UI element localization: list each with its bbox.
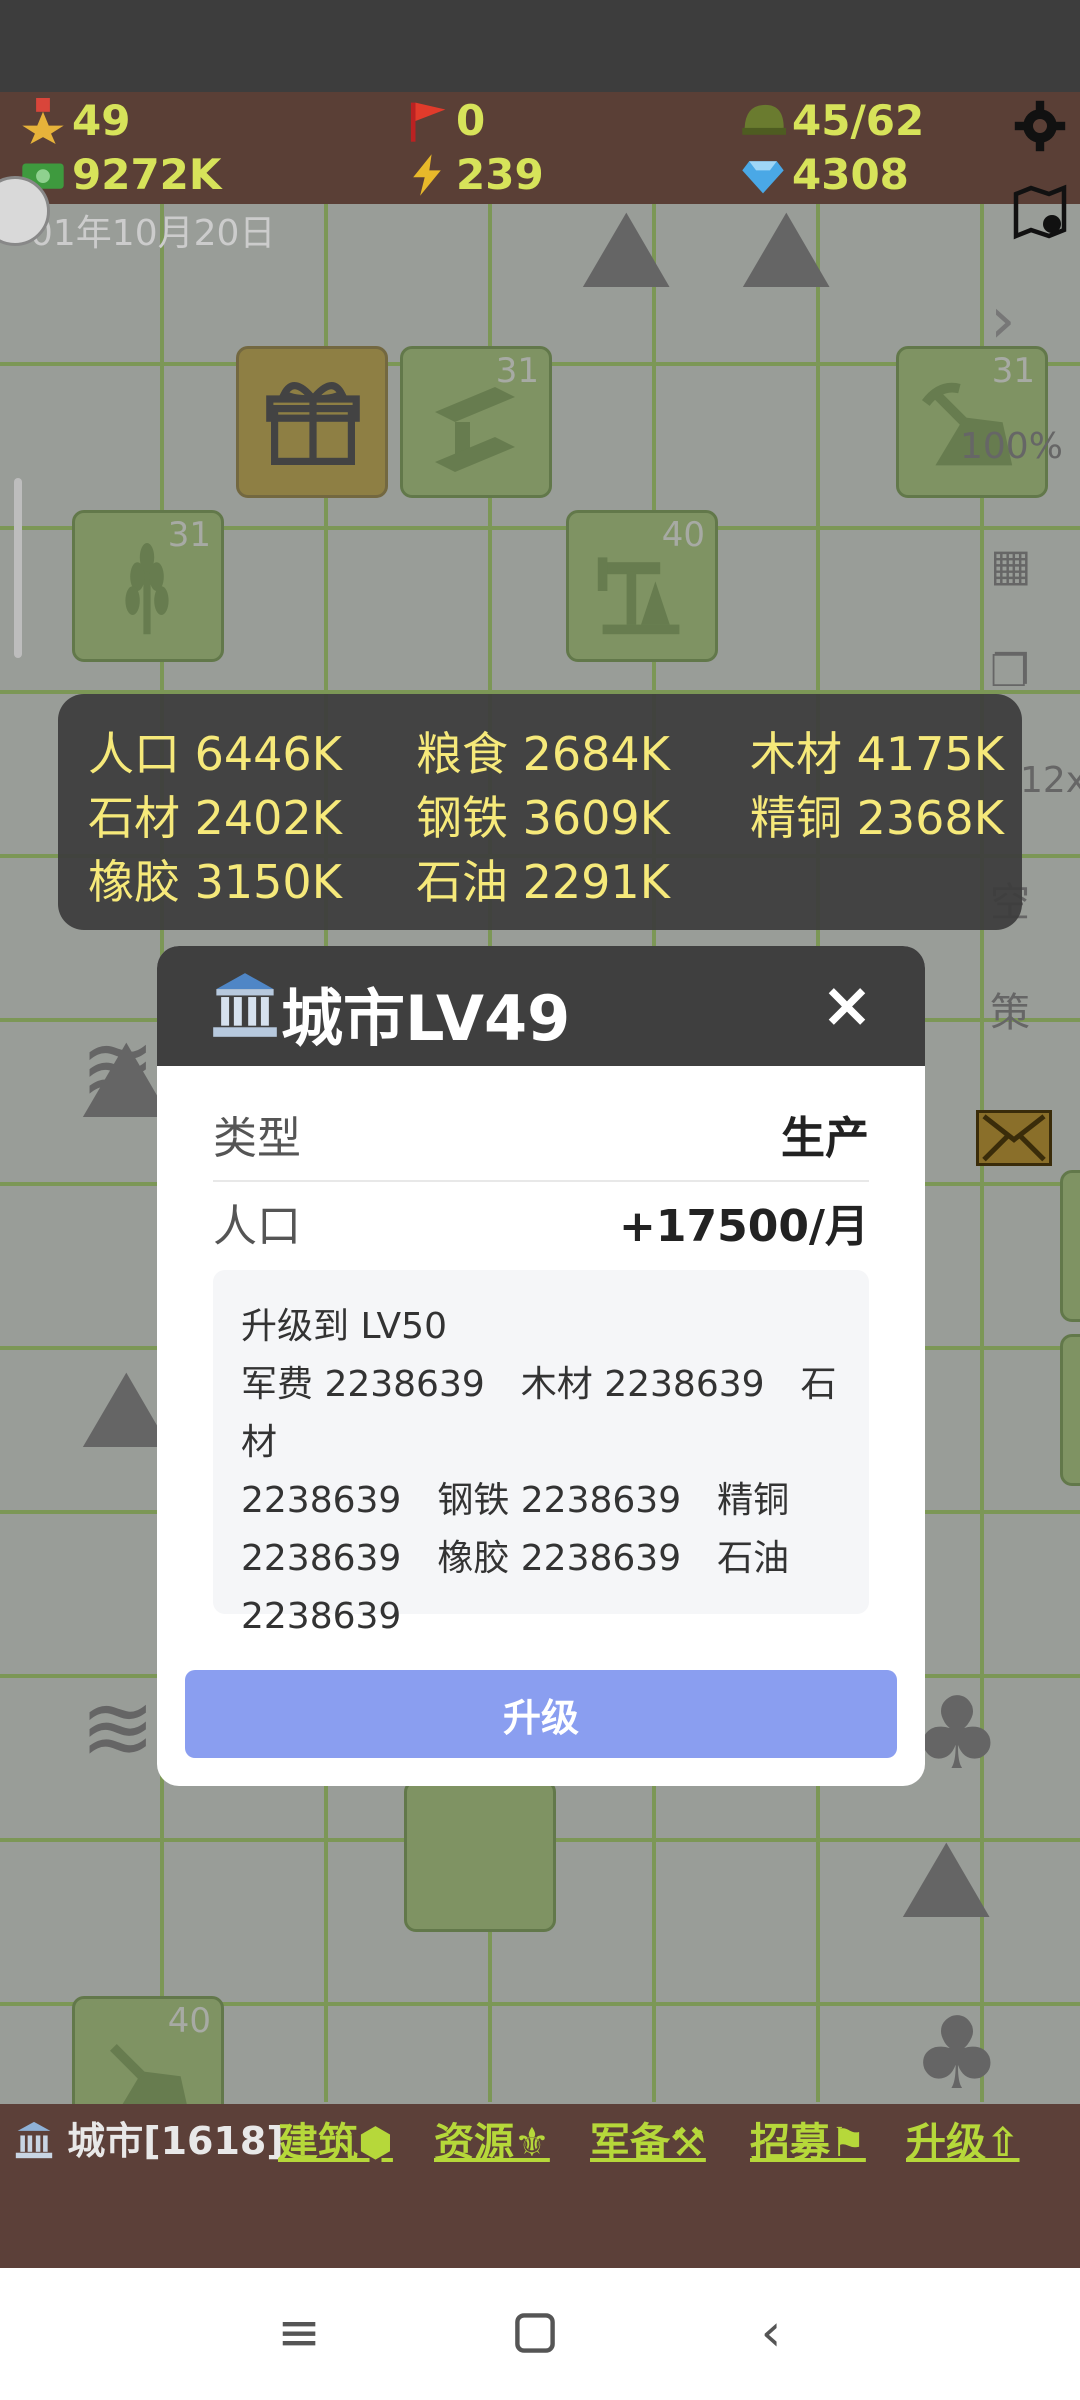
- upgrade-menu-link[interactable]: 升级⇧: [906, 2110, 1020, 2168]
- resource-rubber: 橡胶 3150K: [88, 855, 342, 909]
- military-menu-link[interactable]: 军备⚒: [590, 2110, 706, 2168]
- type-label: 类型: [213, 1113, 301, 1164]
- gem-stat: 4308: [740, 150, 909, 199]
- mail-icon[interactable]: [976, 1110, 1052, 1166]
- medal-icon: [22, 97, 64, 144]
- gem-value: 4308: [792, 150, 909, 199]
- helmet-value: 45/62: [792, 96, 925, 145]
- system-nav-bar: ≡ ‹: [0, 2268, 1080, 2400]
- helmet-stat: 45/62: [740, 96, 924, 145]
- resource-population: 人口 6446K: [88, 727, 342, 781]
- policy-label[interactable]: 策: [990, 980, 1030, 1038]
- resource-stone: 石材 2402K: [88, 791, 342, 845]
- layers-icon[interactable]: ❐: [990, 646, 1029, 697]
- money-stat: 9272K: [20, 150, 221, 199]
- resource-menu-link[interactable]: 资源⚜: [434, 2110, 550, 2168]
- recruit-menu-link[interactable]: 招募⚑: [750, 2110, 866, 2168]
- dialog-header: 城市LV49 ×: [157, 946, 925, 1066]
- flag-icon: [410, 102, 446, 142]
- medal-stat: 49: [20, 96, 130, 145]
- upgrade-cost-line: 2238639 钢铁 2238639 精铜: [241, 1480, 790, 1521]
- current-city-label[interactable]: 城市[1618]: [14, 2110, 284, 2165]
- settings-gear-icon[interactable]: [1012, 98, 1068, 154]
- city-dialog: 城市LV49 × 类型 生产 人口 +17500/月 升级到 LV50 军费 2…: [157, 946, 925, 1786]
- resource-oil: 石油 2291K: [416, 855, 670, 909]
- status-bar: [0, 0, 1080, 92]
- upgrade-cost-line: 2238639: [241, 1596, 402, 1637]
- population-label: 人口: [213, 1201, 301, 1252]
- energy-stat: 239: [404, 150, 544, 199]
- upgrade-cost-line: 军费 2238639 木材 2238639 石材: [241, 1364, 837, 1463]
- game-date: 01年10月20日: [30, 213, 276, 254]
- upgrade-cost-box: 升级到 LV50 军费 2238639 木材 2238639 石材 223863…: [213, 1270, 869, 1637]
- back-icon[interactable]: ‹: [736, 2298, 806, 2368]
- city-hall-icon: [213, 973, 277, 1037]
- flag-stat: 0: [404, 96, 485, 145]
- lightning-icon: [413, 153, 441, 196]
- type-value: 生产: [781, 1113, 869, 1164]
- helmet-icon: [742, 104, 786, 135]
- resource-copper: 精铜 2368K: [750, 791, 1004, 845]
- resource-wood: 木材 4175K: [750, 727, 1004, 781]
- map-location-icon[interactable]: [1010, 182, 1070, 242]
- resource-summary-panel: 人口 6446K 粮食 2684K 木材 4175K 石材 2402K 钢铁 3…: [58, 694, 1022, 930]
- menu-icon[interactable]: ≡: [264, 2298, 334, 2368]
- population-value: +17500/月: [618, 1201, 869, 1252]
- upgrade-target: 升级到 LV50: [241, 1306, 447, 1347]
- zoom-label[interactable]: 100%: [960, 426, 1063, 467]
- speed-label[interactable]: 12x: [1020, 760, 1080, 801]
- type-row: 类型 生产: [213, 1092, 869, 1176]
- diamond-icon: [742, 160, 784, 193]
- home-square-icon[interactable]: [500, 2298, 570, 2368]
- resource-topbar: 49 0 45/62 9272K 239 4308: [0, 92, 1080, 204]
- flag-value: 0: [456, 96, 486, 145]
- chevron-right-icon[interactable]: ›: [990, 284, 1016, 358]
- upgrade-button[interactable]: 升级: [185, 1670, 897, 1758]
- population-row: 人口 +17500/月: [213, 1180, 869, 1264]
- city-hall-icon: [15, 2121, 53, 2159]
- scroll-indicator: [14, 478, 22, 658]
- dialog-title: 城市LV49: [281, 982, 571, 1055]
- building-icon[interactable]: ▦: [990, 540, 1032, 591]
- resource-grain: 粮食 2684K: [416, 727, 670, 781]
- money-value: 9272K: [72, 150, 222, 199]
- energy-value: 239: [456, 150, 544, 199]
- medal-value: 49: [72, 96, 131, 145]
- resource-steel: 钢铁 3609K: [416, 791, 670, 845]
- build-menu-link[interactable]: 建筑⬢: [278, 2110, 393, 2168]
- close-button[interactable]: ×: [821, 968, 873, 1041]
- upgrade-cost-line: 2238639 橡胶 2238639 石油: [241, 1538, 790, 1579]
- current-city-text: 城市[1618]: [67, 2119, 284, 2163]
